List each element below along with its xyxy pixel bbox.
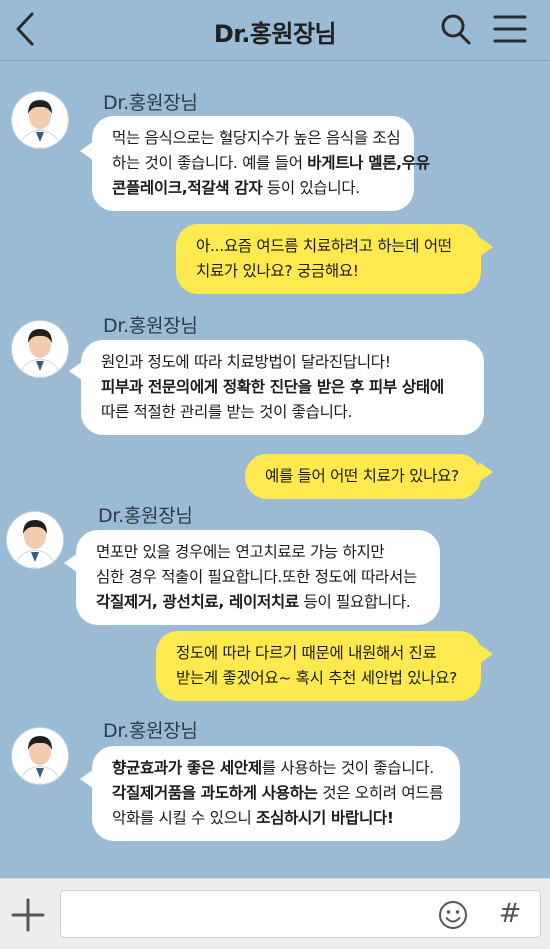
- avatar[interactable]: [12, 92, 68, 148]
- message-line: 면포만 있을 경우에는 연고치료로 가능 하지만: [96, 540, 420, 565]
- bubble-tail: [479, 462, 493, 482]
- message-text: 원인과 정도에 따라 치료방법이 달라진답니다!: [101, 353, 391, 371]
- search-icon: [441, 14, 471, 45]
- sender-name: Dr.홍원장님: [103, 720, 198, 742]
- message-text: 예를 들어 어떤 치료가 있나요?: [265, 467, 459, 485]
- input-bar: #: [0, 878, 550, 949]
- message-bold-text: 각질제거, 광선치료, 레이저치료: [96, 593, 299, 611]
- smiley-icon: [439, 901, 467, 929]
- message-text: 하는 것이 좋습니다. 예를 들어: [112, 154, 308, 172]
- message-bubble[interactable]: 원인과 정도에 따라 치료방법이 달라진답니다! 피부과 전문의에게 정확한 진단…: [81, 340, 484, 435]
- message-line: 향균효과가 좋은 세안제를 사용하는 것이 좋습니다.: [112, 756, 440, 781]
- message-text: 등이 필요합니다.: [298, 593, 411, 611]
- message-list[interactable]: Dr.홍원장님 먹는 음식으로는 혈당지수가 높은 음식을 조심하는 것이 좋습…: [0, 61, 550, 878]
- doctor-avatar-icon: [12, 92, 68, 148]
- message-line: 아...요즘 여드름 치료하려고 하는데 어떤: [196, 234, 461, 259]
- chat-screen: Dr.홍원장님 Dr.홍원장님 먹는 음식으로는 혈당지수가 높은 음식을 조심…: [0, 0, 550, 949]
- message-text: 아...요즘 여드름 치료하려고 하는데 어떤: [196, 237, 452, 255]
- bubble-tail: [479, 644, 493, 664]
- message-line: 정도에 따라 다르기 때문에 내원해서 진료: [176, 641, 461, 666]
- message-bold-text: 각질제거품을 과도하게 사용하는: [112, 784, 318, 802]
- message-bold-text: 조심하시기 바랍니다!: [256, 809, 394, 827]
- message-line: 각질제거품을 과도하게 사용하는 것은 오히려 여드름: [112, 781, 444, 806]
- doctor-avatar-icon: [7, 512, 63, 568]
- message-line: 악화를 시킬 수 있으니 조심하시기 바랍니다!: [112, 806, 440, 831]
- message-line: 하는 것이 좋습니다. 예를 들어 바게트나 멜론,우유: [112, 151, 430, 176]
- doctor-avatar-icon: [12, 728, 68, 784]
- message-text: 를 사용하는 것이 좋습니다.: [261, 759, 434, 777]
- message-text: 심한 경우 적출이 필요합니다.또한 정도에 따라서는: [96, 568, 417, 586]
- message-bubble[interactable]: 예를 들어 어떤 치료가 있나요?: [245, 454, 481, 499]
- message-text: 면포만 있을 경우에는 연고치료로 가능 하지만: [96, 543, 385, 561]
- attach-button[interactable]: [10, 897, 46, 933]
- message-bold-text: 바게트나 멜론,우유: [307, 154, 430, 172]
- message-text: 것은 오히려 여드름: [317, 784, 444, 802]
- message-bold-text: 피부과 전문의에게 정확한 진단을 받은 후 피부 상태에: [101, 378, 444, 396]
- message-bold-text: 향균효과가 좋은 세안제: [112, 759, 262, 777]
- message-line: 심한 경우 적출이 필요합니다.또한 정도에 따라서는: [96, 565, 420, 590]
- message-line: 피부과 전문의에게 정확한 진단을 받은 후 피부 상태에: [101, 375, 464, 400]
- message-text: 정도에 따라 다르기 때문에 내원해서 진료: [176, 644, 437, 662]
- sender-name: Dr.홍원장님: [103, 315, 198, 337]
- message-bubble[interactable]: 면포만 있을 경우에는 연고치료로 가능 하지만심한 경우 적출이 필요합니다.…: [76, 530, 440, 625]
- message-input[interactable]: [60, 890, 541, 938]
- message-line: 각질제거, 광선치료, 레이저치료 등이 필요합니다.: [96, 590, 420, 615]
- message-bold-text: 콘플레이크,적갈색 감자: [112, 179, 263, 197]
- message-text: 따른 적절한 관리를 받는 것이 좋습니다.: [101, 403, 353, 421]
- message-text: 받는게 좋겠어요~ 혹시 추천 세안법 있나요?: [176, 669, 458, 687]
- message-line: 콘플레이크,적갈색 감자 등이 있습니다.: [112, 176, 394, 201]
- message-bubble[interactable]: 향균효과가 좋은 세안제를 사용하는 것이 좋습니다. 각질제거품을 과도하게 사…: [92, 746, 460, 841]
- message-line: 원인과 정도에 따라 치료방법이 달라진답니다!: [101, 350, 464, 375]
- message-line: 받는게 좋겠어요~ 혹시 추천 세안법 있나요?: [176, 666, 461, 691]
- bubble-tail: [479, 237, 493, 257]
- doctor-avatar-icon: [12, 321, 68, 377]
- message-line: 예를 들어 어떤 치료가 있나요?: [265, 464, 461, 489]
- chat-header: Dr.홍원장님: [0, 0, 550, 60]
- plus-icon: [11, 898, 45, 932]
- menu-button[interactable]: [492, 12, 528, 46]
- sender-name: Dr.홍원장님: [98, 505, 193, 527]
- message-text: 악화를 시킬 수 있으니: [112, 809, 257, 827]
- message-bubble[interactable]: 아...요즘 여드름 치료하려고 하는데 어떤치료가 있나요? 궁금해요!: [176, 224, 481, 294]
- message-line: 따른 적절한 관리를 받는 것이 좋습니다.: [101, 400, 464, 425]
- message-text: 등이 있습니다.: [262, 179, 360, 197]
- sender-name: Dr.홍원장님: [103, 92, 198, 114]
- message-bubble[interactable]: 먹는 음식으로는 혈당지수가 높은 음식을 조심하는 것이 좋습니다. 예를 들…: [92, 116, 430, 211]
- menu-icon: [493, 15, 527, 43]
- message-bubble[interactable]: 정도에 따라 다르기 때문에 내원해서 진료받는게 좋겠어요~ 혹시 추천 세안…: [156, 631, 481, 701]
- message-text: 치료가 있나요? 궁금해요!: [196, 262, 359, 280]
- message-line: 먹는 음식으로는 혈당지수가 높은 음식을 조심: [112, 126, 401, 151]
- avatar[interactable]: [12, 728, 68, 784]
- avatar[interactable]: [7, 512, 63, 568]
- emoji-button[interactable]: [438, 900, 468, 930]
- hashtag-button[interactable]: #: [496, 897, 524, 931]
- message-line: 치료가 있나요? 궁금해요!: [196, 259, 461, 284]
- search-button[interactable]: [438, 10, 474, 48]
- avatar[interactable]: [12, 321, 68, 377]
- message-text: 먹는 음식으로는 혈당지수가 높은 음식을 조심: [112, 129, 401, 147]
